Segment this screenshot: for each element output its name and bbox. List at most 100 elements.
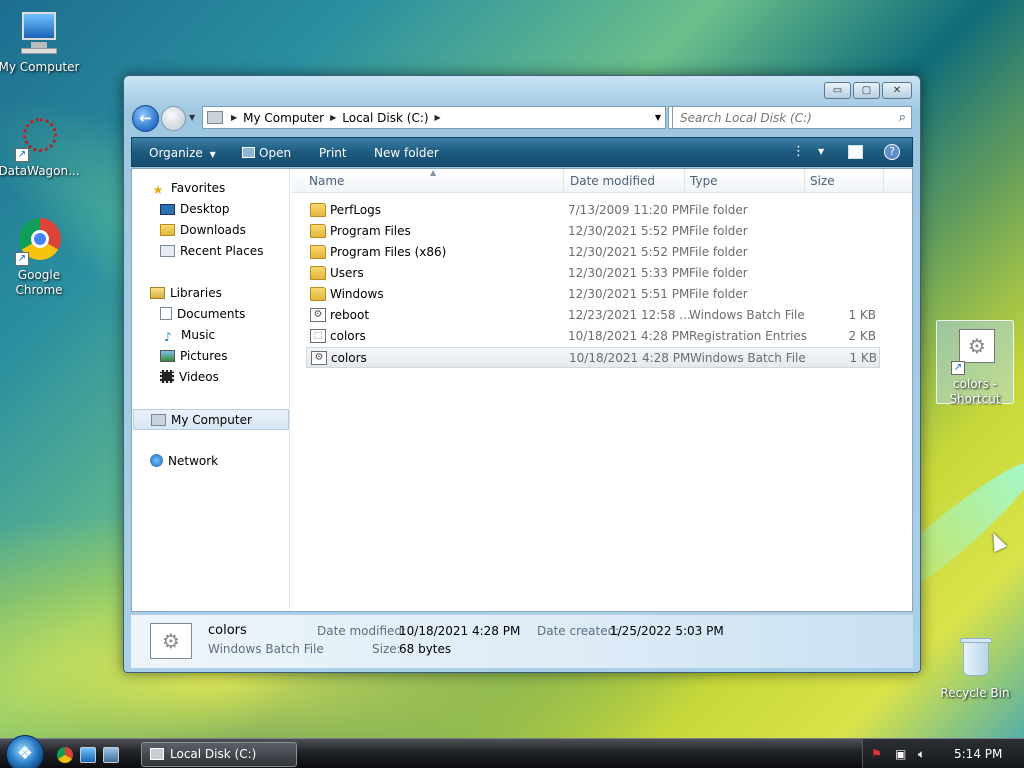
new-folder-button[interactable]: New folder	[374, 146, 439, 160]
help-icon[interactable]: ?	[884, 144, 900, 160]
details-modified-value: 10/18/2021 4:28 PM	[399, 624, 521, 638]
desktop-icon-datawagon[interactable]: ↗ DataWagon...	[0, 114, 81, 179]
close-button[interactable]: ✕	[882, 82, 912, 99]
explorer-content: ★ Favorites Desktop Downloads Recent Plac…	[131, 168, 913, 612]
command-toolbar: Organize ▼ Open Print New folder ⋮ ▼ ?	[131, 137, 913, 167]
details-file-name: colors	[208, 623, 247, 638]
file-row[interactable]: Users 12/30/2021 5:33 PM File folder	[306, 263, 880, 284]
desktop-icon-label: Recycle Bin	[940, 686, 1010, 700]
maximize-button[interactable]: ▢	[853, 82, 880, 99]
preview-pane-icon[interactable]	[848, 145, 863, 159]
recent-pages-dropdown[interactable]: ▼	[189, 113, 195, 122]
nav-my-computer[interactable]: My Computer	[133, 409, 289, 430]
address-dropdown-icon[interactable]: ▼	[655, 113, 661, 122]
nav-network[interactable]: Network	[150, 451, 306, 472]
file-row[interactable]: Windows 12/30/2021 5:51 PM File folder	[306, 284, 880, 305]
nav-favorites[interactable]: ★ Favorites	[150, 178, 306, 199]
column-type[interactable]: Type	[690, 174, 718, 188]
recent-places-icon	[160, 245, 175, 257]
explorer-window[interactable]: ▭ ▢ ✕ ← ▼ ▶ My Computer ▶ Local Disk (C:…	[123, 75, 921, 673]
file-name: Program Files (x86)	[330, 245, 447, 259]
organize-button[interactable]: Organize ▼	[149, 146, 216, 160]
file-list: PerfLogs 7/13/2009 11:20 PM File folder …	[306, 200, 880, 368]
address-bar[interactable]: ▶ My Computer ▶ Local Disk (C:) ▶ ▼	[202, 106, 666, 129]
nav-label: Videos	[179, 370, 219, 384]
details-created-value: 1/25/2022 5:03 PM	[610, 624, 724, 638]
new-folder-label: New folder	[374, 146, 439, 160]
shortcut-arrow-icon: ↗	[15, 148, 29, 162]
desktop-icon-label: My Computer	[0, 60, 80, 74]
column-headers: ▲ Name Date modified Type Size	[292, 168, 912, 193]
my-computer-icon	[15, 10, 63, 58]
open-icon	[242, 147, 255, 158]
breadcrumb-my-computer[interactable]: My Computer	[243, 111, 324, 125]
back-button[interactable]: ←	[132, 105, 159, 132]
file-row[interactable]: PerfLogs 7/13/2009 11:20 PM File folder	[306, 200, 880, 221]
nav-label: Music	[181, 328, 216, 342]
window-controls: ▭ ▢ ✕	[824, 82, 912, 99]
column-date-modified[interactable]: Date modified	[570, 174, 655, 188]
search-box[interactable]: ⌕	[672, 106, 912, 129]
views-dropdown-icon[interactable]: ▼	[818, 147, 824, 156]
organize-label: Organize	[149, 146, 203, 160]
folder-icon	[310, 203, 326, 217]
file-name: Program Files	[330, 224, 411, 238]
windows-logo-icon: ❖	[16, 743, 34, 764]
details-size-value: 68 bytes	[399, 642, 452, 656]
details-size-label: Size:	[372, 642, 401, 656]
chrome-quicklaunch-icon[interactable]	[57, 747, 73, 763]
clock[interactable]: 5:14 PM	[954, 747, 1002, 761]
column-name[interactable]: Name	[309, 174, 344, 188]
breadcrumb-local-disk[interactable]: Local Disk (C:)	[342, 111, 428, 125]
open-label: Open	[259, 146, 292, 160]
folder-icon	[310, 287, 326, 301]
file-type: File folder	[689, 245, 748, 259]
network-tray-icon[interactable]: ▣	[895, 747, 906, 761]
nav-label: Documents	[177, 307, 246, 321]
file-date: 10/18/2021 4:28 PM	[569, 351, 691, 365]
desktop-icon-my-computer[interactable]: My Computer	[0, 10, 81, 75]
address-row: ← ▼ ▶ My Computer ▶ Local Disk (C:) ▶ ▼ …	[132, 104, 912, 132]
column-size[interactable]: Size	[810, 174, 835, 188]
file-row[interactable]: ⬚ colors 10/18/2021 4:28 PM Registration…	[306, 326, 880, 347]
desktop-icon-label: Google Chrome	[15, 268, 63, 297]
print-button[interactable]: Print	[319, 146, 347, 160]
minimize-button[interactable]: ▭	[824, 82, 851, 99]
chrome-icon: ↗	[15, 218, 63, 266]
open-button[interactable]: Open	[242, 146, 291, 160]
mouse-cursor-icon	[986, 529, 1008, 553]
file-date: 12/30/2021 5:52 PM	[568, 245, 690, 259]
forward-button[interactable]	[161, 106, 186, 131]
desktop-icon-recycle-bin[interactable]: Recycle Bin	[933, 636, 1017, 701]
shortcut-arrow-icon: ↗	[951, 361, 965, 375]
file-row[interactable]: Program Files (x86) 12/30/2021 5:52 PM F…	[306, 242, 880, 263]
nav-libraries[interactable]: Libraries	[150, 283, 306, 304]
desktop-icon-colors-shortcut[interactable]: ⚙ ↗ colors - Shortcut	[936, 320, 1014, 406]
nav-label: My Computer	[171, 413, 252, 427]
star-icon: ★	[152, 183, 164, 197]
file-row[interactable]: ⚙ reboot 12/23/2021 12:58 ... Windows Ba…	[306, 305, 880, 326]
batch-shortcut-icon: ⚙ ↗	[951, 327, 999, 375]
file-row-selected[interactable]: ⚙ colors 10/18/2021 4:28 PM Windows Batc…	[306, 347, 880, 368]
file-type: File folder	[689, 266, 748, 280]
search-icon[interactable]: ⌕	[899, 110, 906, 125]
action-center-icon[interactable]: ⚑	[871, 747, 882, 761]
file-list-pane: ▲ Name Date modified Type Size PerfLogs …	[292, 168, 912, 611]
desktop-icon-google-chrome[interactable]: ↗ Google Chrome	[0, 218, 81, 298]
file-date: 12/30/2021 5:33 PM	[568, 266, 690, 280]
nav-label: Downloads	[180, 223, 246, 237]
taskbar-button-local-disk[interactable]: Local Disk (C:)	[141, 742, 297, 767]
views-icon: ⋮	[792, 144, 805, 159]
folder-icon	[310, 266, 326, 280]
search-input[interactable]	[673, 107, 911, 128]
file-size: 1 KB	[849, 351, 877, 365]
volume-icon[interactable]: 🔈︎	[918, 747, 925, 762]
file-name: reboot	[330, 308, 370, 322]
details-pane: ⚙ colors Windows Batch File Date modifie…	[131, 614, 913, 668]
switch-windows-icon[interactable]	[103, 747, 119, 763]
nav-label: Desktop	[180, 202, 230, 216]
start-button[interactable]: ❖	[6, 735, 44, 768]
views-menu-button[interactable]: ⋮	[792, 144, 805, 159]
show-desktop-icon[interactable]	[80, 747, 96, 763]
file-row[interactable]: Program Files 12/30/2021 5:52 PM File fo…	[306, 221, 880, 242]
